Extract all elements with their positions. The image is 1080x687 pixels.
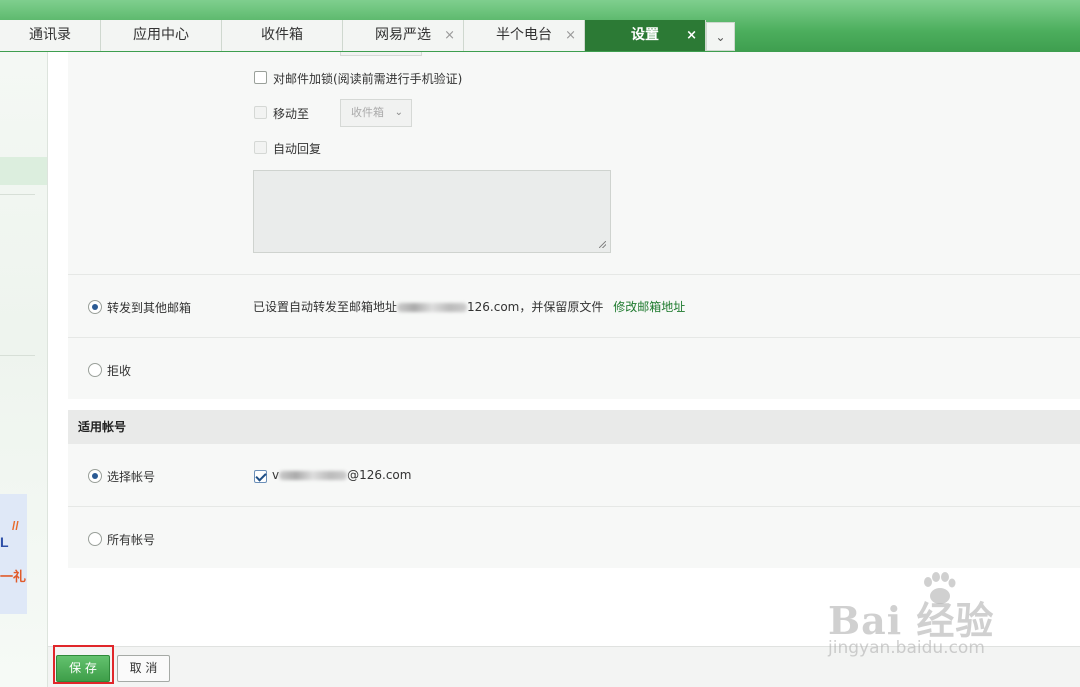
select-value: 收件箱 [351,106,384,119]
auto-reply-label: 自动回复 [273,142,322,156]
rule-actions-panel: 对邮件加锁(阅读前需进行手机验证) 移动至 收件箱 ⌄ 自动回复 转发到其他邮箱… [68,52,1080,399]
forward-radio[interactable] [88,300,102,314]
divider [68,274,1080,275]
resize-handle-icon[interactable] [599,241,606,248]
forward-desc-prefix: 已设置自动转发至邮箱地址 [253,300,398,314]
tab-app-center[interactable]: 应用中心 [101,20,222,51]
tab-radio[interactable]: 半个电台 × [464,20,585,51]
account-prefix: v [272,468,280,482]
forward-desc-suffix: 126.com，并保留原文件 [467,300,604,314]
watermark-brand: Bai 经验 [828,598,995,643]
all-accounts-radio[interactable] [88,532,102,546]
tab-label: 通讯录 [29,27,71,43]
watermark-url: jingyan.baidu.com [828,638,985,658]
promo-mark: // [12,519,19,533]
tab-label: 设置 [631,27,659,43]
tab-more-dropdown[interactable]: ⌄ [706,22,735,51]
auto-reply-checkbox[interactable] [254,141,267,154]
tab-contacts[interactable]: 通讯录 [0,20,101,51]
sidebar-divider [0,355,35,356]
move-to-label: 移动至 [273,107,310,121]
account-suffix: @126.com [347,468,412,482]
chevron-down-icon: ⌄ [715,30,726,44]
blurred-account [279,471,348,480]
watermark: Bai 经验 jingyan.baidu.com [828,572,1028,662]
move-to-checkbox[interactable] [254,106,267,119]
forward-label: 转发到其他邮箱 [107,301,192,315]
chevron-down-icon: ⌄ [394,107,403,118]
close-icon[interactable]: × [444,20,455,51]
select-account-label: 选择帐号 [107,470,156,484]
highlight-box [53,645,114,684]
tab-label: 应用中心 [133,27,189,43]
tab-settings[interactable]: 设置 × [585,20,706,51]
promo-banner[interactable]: // L 一礼 [0,494,27,614]
auto-reply-textarea[interactable] [253,170,611,253]
close-icon[interactable]: × [565,20,576,51]
reject-label: 拒收 [107,364,132,378]
blurred-email [397,303,468,312]
tab-label: 网易严选 [375,27,431,43]
close-icon[interactable]: × [686,20,697,51]
edit-forward-address-link[interactable]: 修改邮箱地址 [613,300,685,314]
select-account-radio[interactable] [88,469,102,483]
reject-radio[interactable] [88,363,102,377]
accounts-panel: 选择帐号 v @126.com 所有帐号 [68,444,1080,568]
tab-inbox[interactable]: 收件箱 [222,20,343,51]
move-to-folder-select[interactable]: 收件箱 ⌄ [340,99,412,127]
tab-label: 半个电台 [496,27,552,43]
select-remnant [340,52,422,56]
tab-yanxuan[interactable]: 网易严选 × [343,20,464,51]
sidebar-divider [0,194,35,195]
all-accounts-label: 所有帐号 [107,533,156,547]
promo-text: 一礼 [0,569,27,584]
account-checkbox[interactable] [254,470,267,483]
sidebar-active-item[interactable] [0,157,47,185]
lock-mail-label: 对邮件加锁(阅读前需进行手机验证) [273,72,463,86]
accounts-section-title: 适用帐号 [68,410,1080,444]
lock-mail-checkbox[interactable] [254,71,267,84]
forward-description: 已设置自动转发至邮箱地址 126.com，并保留原文件 修改邮箱地址 [253,298,685,315]
promo-text: L [0,534,9,550]
account-email: v @126.com [272,468,411,482]
tab-bar: 通讯录 应用中心 收件箱 网易严选 × 半个电台 × 设置 × ⌄ [0,0,1080,52]
divider [68,506,1080,507]
sidebar: // L 一礼 [0,52,48,687]
divider [68,337,1080,338]
settings-content: 对邮件加锁(阅读前需进行手机验证) 移动至 收件箱 ⌄ 自动回复 转发到其他邮箱… [68,52,1080,646]
tab-label: 收件箱 [261,27,303,43]
cancel-button[interactable]: 取 消 [117,655,170,682]
